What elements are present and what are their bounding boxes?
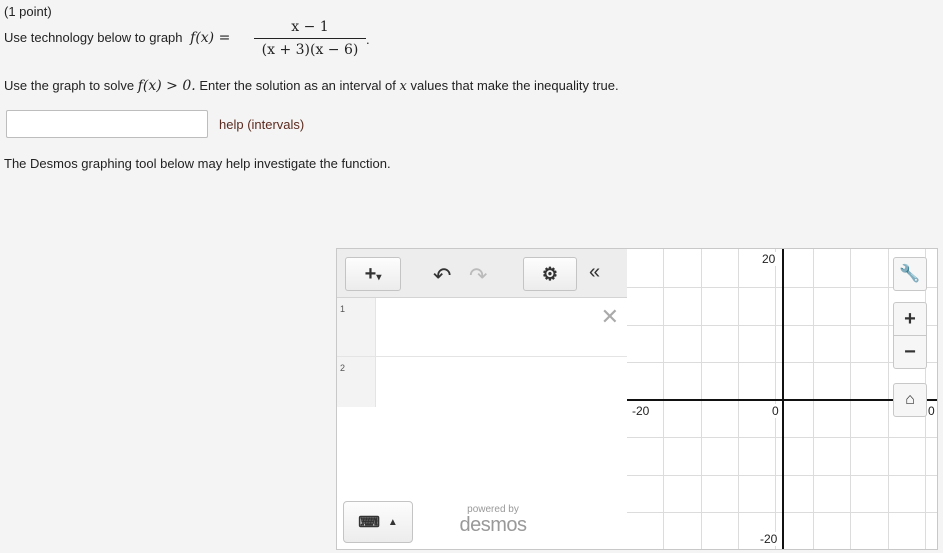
q1-period: . xyxy=(366,32,370,47)
graph-settings-button[interactable]: 🔧 xyxy=(893,257,927,291)
function-lhs: f(x) = xyxy=(190,30,231,46)
question-graph-line: Use technology below to graph f(x) = xyxy=(4,30,230,46)
fraction-bar xyxy=(254,38,366,39)
expression-gutter: 1 xyxy=(337,298,376,356)
caret-up-icon: ▲ xyxy=(387,516,398,528)
help-intervals-link[interactable]: help (intervals) xyxy=(219,117,304,132)
gear-icon: ⚙ xyxy=(541,263,559,284)
inequality: f(x) > 0. xyxy=(137,78,196,94)
desmos-note: The Desmos graphing tool below may help … xyxy=(4,156,391,171)
fraction-numerator: x − 1 xyxy=(291,19,329,35)
fraction-denominator: (x + 3)(x − 6) xyxy=(261,42,359,58)
close-icon[interactable]: ✕ xyxy=(601,304,619,330)
plus-dropdown-icon: +▾ xyxy=(364,262,382,285)
q2-suffix: values that make the inequality true. xyxy=(410,78,619,93)
points-label: (1 point) xyxy=(4,4,52,19)
undo-icon[interactable]: ↶ xyxy=(433,263,451,289)
tick-label-x-neg: -20 xyxy=(631,404,651,418)
settings-button[interactable]: ⚙ xyxy=(523,257,577,291)
expression-row[interactable]: 1 ✕ xyxy=(337,298,627,357)
keyboard-icon: ⌨ xyxy=(358,514,380,531)
tick-label-y-neg: -20 xyxy=(759,532,779,546)
tick-label-y-pos: 20 xyxy=(761,252,777,266)
wrench-icon: 🔧 xyxy=(899,264,921,283)
tick-label-origin: 0 xyxy=(771,404,780,418)
expression-row[interactable]: 2 xyxy=(337,357,627,407)
graph-paper[interactable]: -20 0 0 20 -20 xyxy=(627,249,937,549)
function-fraction: x − 1 (x + 3)(x − 6) xyxy=(254,18,366,59)
redo-icon: ↷ xyxy=(469,263,488,288)
q2-variable: x xyxy=(399,79,407,94)
double-chevron-left-icon[interactable]: « xyxy=(589,261,600,284)
desmos-logo: desmos xyxy=(459,514,527,536)
tick-label-x-pos: 0 xyxy=(927,404,936,418)
expression-toolbar: +▾ ↶ ↷ ⚙ « xyxy=(337,249,627,298)
keyboard-button[interactable]: ⌨ ▲ xyxy=(343,501,413,543)
home-icon: ⌂ xyxy=(905,391,915,408)
q2-prefix: Use the graph to solve xyxy=(4,78,135,93)
home-button[interactable]: ⌂ xyxy=(893,383,927,417)
expression-gutter: 2 xyxy=(337,357,376,407)
zoom-out-icon: − xyxy=(904,340,916,363)
q1-prefix: Use technology below to graph xyxy=(4,30,183,45)
add-item-button[interactable]: +▾ xyxy=(345,257,401,291)
zoom-out-button[interactable]: − xyxy=(893,335,927,369)
desmos-calculator: +▾ ↶ ↷ ⚙ « 1 ✕ 2 ⌨ ▲ powered by desmos -… xyxy=(336,248,938,550)
answer-input[interactable] xyxy=(6,110,208,138)
question-solve-line: Use the graph to solve f(x) > 0. Enter t… xyxy=(4,78,619,94)
zoom-in-icon: + xyxy=(904,307,916,330)
y-axis xyxy=(782,249,784,549)
expression-panel: +▾ ↶ ↷ ⚙ « 1 ✕ 2 ⌨ ▲ powered by desmos xyxy=(337,249,628,549)
expression-number: 2 xyxy=(340,363,346,373)
expression-number: 1 xyxy=(340,304,346,314)
q2-mid: Enter the solution as an interval of xyxy=(199,78,396,93)
zoom-in-button[interactable]: + xyxy=(893,302,927,336)
